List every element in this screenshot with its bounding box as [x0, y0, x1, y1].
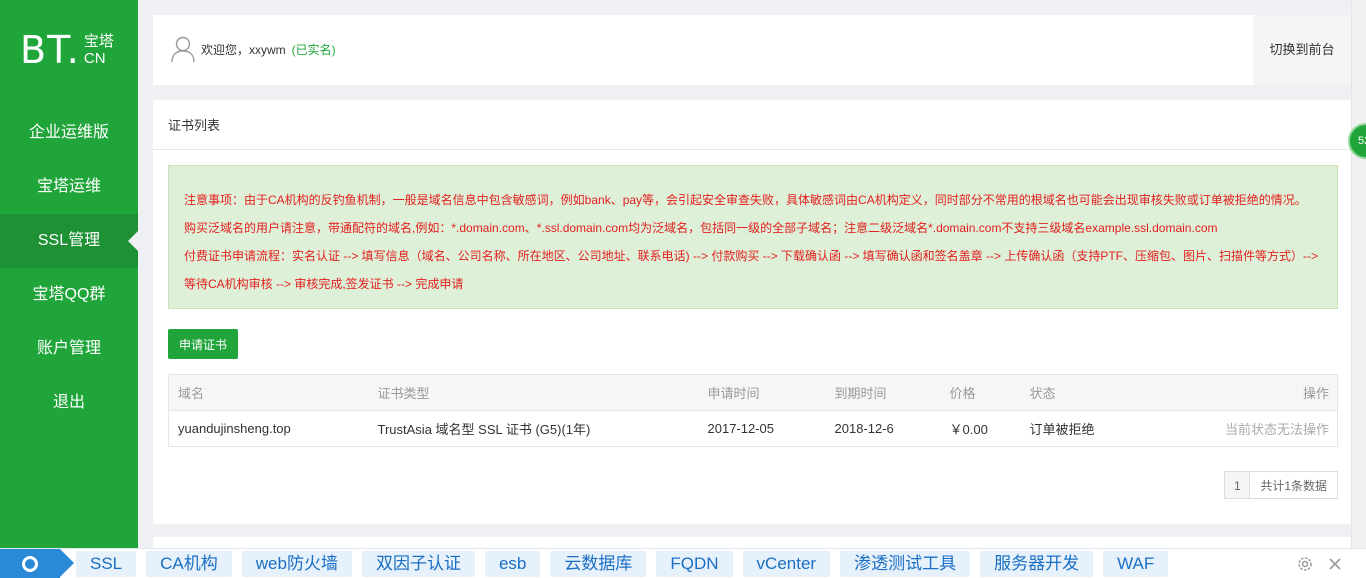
cert-list-panel: 证书列表 注意事项：由于CA机构的反钓鱼机制，一般是域名信息中包含敏感词，例如b…	[153, 100, 1351, 524]
user-welcome: 欢迎您，xxywm (已实名)	[171, 35, 336, 63]
chip-ca[interactable]: CA机构	[146, 550, 232, 577]
logo-side-top: 宝塔	[83, 33, 114, 50]
switch-to-frontend-button[interactable]: 切换到前台	[1253, 15, 1351, 85]
chip-pentest[interactable]: 渗透测试工具	[840, 550, 971, 577]
chip-ssl[interactable]: SSL	[76, 550, 137, 577]
total-count: 共计1条数据	[1250, 471, 1338, 499]
notice-line: 付费证书申请流程：实名认证 --> 填写信息（域名、公司名称、所在地区、公司地址…	[184, 249, 1319, 291]
keyword-chips: SSL CA机构 web防火墙 双因子认证 esb 云数据库 FQDN vCen…	[66, 550, 1169, 577]
notice-box: 注意事项：由于CA机构的反钓鱼机制，一般是域名信息中包含敏感词，例如bank、p…	[168, 165, 1338, 309]
cell-domain: yuandujinsheng.top	[168, 410, 369, 447]
close-icon[interactable]	[1328, 557, 1342, 571]
col-domain: 域名	[168, 374, 369, 411]
chip-waf[interactable]: WAF	[1103, 550, 1169, 577]
sidebar-nav: 企业运维版 宝塔运维 SSL管理 宝塔QQ群 账户管理 退出	[0, 106, 138, 430]
col-apply-time: 申请时间	[698, 374, 826, 411]
cell-status: 订单被拒绝	[1020, 410, 1151, 447]
notice-line: 购买泛域名的用户请注意，带通配符的域名,例如：*.domain.com、*.ss…	[184, 221, 1218, 235]
col-price: 价格	[940, 374, 1021, 411]
table-row: yuandujinsheng.top TrustAsia 域名型 SSL 证书 …	[168, 410, 1338, 447]
chip-cloud-db[interactable]: 云数据库	[550, 550, 647, 577]
top-header: 欢迎您，xxywm (已实名) 切换到前台	[153, 15, 1351, 85]
sidebar-item-enterprise[interactable]: 企业运维版	[0, 106, 138, 160]
cell-cert-type: TrustAsia 域名型 SSL 证书 (G5)(1年)	[368, 410, 699, 447]
cell-action: 当前状态无法操作	[1150, 410, 1338, 447]
chip-server-dev[interactable]: 服务器开发	[980, 550, 1094, 577]
sidebar: BT. 宝塔 CN 企业运维版 宝塔运维 SSL管理 宝塔QQ群 账户管理 退出	[0, 0, 138, 548]
cert-table: 域名 证书类型 申请时间 到期时间 价格 状态 操作 yuandujinshen…	[168, 374, 1338, 447]
chip-waf-cn[interactable]: web防火墙	[241, 550, 352, 577]
bottom-search-bar: SSL CA机构 web防火墙 双因子认证 esb 云数据库 FQDN vCen…	[0, 548, 1366, 578]
sidebar-item-ssl[interactable]: SSL管理	[0, 214, 138, 268]
pagination: 1 共计1条数据	[1224, 471, 1338, 499]
search-icon	[22, 555, 38, 572]
chip-2fa[interactable]: 双因子认证	[361, 550, 475, 577]
verified-badge: (已实名)	[291, 42, 336, 57]
gear-icon[interactable]	[1296, 555, 1314, 573]
page-number[interactable]: 1	[1224, 471, 1251, 499]
col-status: 状态	[1020, 374, 1151, 411]
sidebar-item-bt-ops[interactable]: 宝塔运维	[0, 160, 138, 214]
sidebar-item-account[interactable]: 账户管理	[0, 322, 138, 376]
chip-esb[interactable]: esb	[484, 550, 541, 577]
panel-title: 证书列表	[153, 100, 1351, 150]
col-action: 操作	[1150, 374, 1338, 411]
col-cert-type: 证书类型	[368, 374, 699, 411]
welcome-text: 欢迎您，xxywm	[201, 42, 286, 57]
notice-line: 注意事项：由于CA机构的反钓鱼机制，一般是域名信息中包含敏感词，例如bank、p…	[184, 193, 1307, 207]
user-icon	[171, 36, 195, 63]
cell-price: ￥0.00	[940, 410, 1021, 447]
table-header-row: 域名 证书类型 申请时间 到期时间 价格 状态 操作	[168, 374, 1338, 411]
bottom-bar-icons	[1296, 549, 1342, 578]
col-expire-time: 到期时间	[825, 374, 941, 411]
cell-apply-time: 2017-12-05	[698, 410, 826, 447]
chip-fqdn[interactable]: FQDN	[656, 550, 733, 577]
sidebar-item-logout[interactable]: 退出	[0, 376, 138, 430]
cell-expire-time: 2018-12-6	[825, 410, 941, 447]
logo-side: 宝塔 CN	[84, 33, 114, 67]
logo[interactable]: BT. 宝塔 CN	[0, 0, 138, 100]
vertical-scrollbar[interactable]	[1351, 0, 1366, 548]
logo-side-bottom: CN	[83, 50, 106, 67]
apply-certificate-button[interactable]: 申请证书	[168, 329, 238, 359]
sidebar-item-qq-group[interactable]: 宝塔QQ群	[0, 268, 138, 322]
chip-vcenter[interactable]: vCenter	[742, 550, 831, 577]
search-button[interactable]	[0, 549, 74, 578]
logo-main-text: BT.	[20, 28, 80, 72]
